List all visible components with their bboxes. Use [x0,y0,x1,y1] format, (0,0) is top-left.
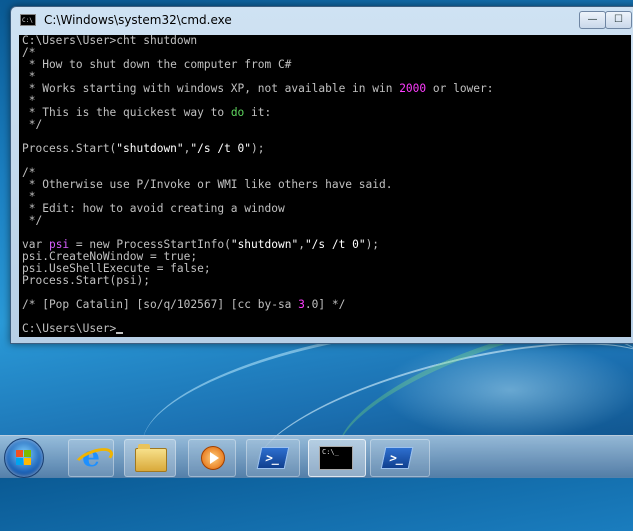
console-text: */ [22,214,43,227]
console-text: * Edit: how to avoid creating a window [22,202,285,215]
taskbar-powershell[interactable]: >_ [246,439,300,477]
taskbar-powershell-2[interactable]: >_ [370,439,430,477]
console-line: Process.Start(psi); [22,275,631,287]
console-line: * This is the quickest way to do it: [22,107,631,119]
console-line: * How to shut down the computer from C# [22,59,631,71]
console-line: */ [22,215,631,227]
console-text: , [298,238,305,251]
taskbar-internet-explorer[interactable]: e [68,439,116,477]
console-line: */ [22,119,631,131]
console-output[interactable]: C:\Users\User>cht shutdown/* * How to sh… [19,35,631,337]
console-text: ); [365,238,380,251]
taskbar: e >_ C:\_ >_ [0,435,633,478]
maximize-button[interactable]: ☐ [605,11,632,29]
title-bar[interactable]: C:\ C:\Windows\system32\cmd.exe — ☐ [11,7,633,35]
console-text: "/s /t 0" [304,238,366,251]
console-line: * Edit: how to avoid creating a window [22,203,631,215]
console-text: "shutdown" [116,142,184,155]
cmd-icon: C:\_ [319,446,353,470]
console-text: ); [251,142,265,155]
console-text: 2000 [399,82,427,95]
console-line: /* [Pop Catalin] [so/q/102567] [cc by-sa… [22,299,631,311]
powershell-icon: >_ [380,447,414,469]
console-text: it: [244,106,272,119]
minimize-button[interactable]: — [579,11,606,29]
console-text: "shutdown" [230,238,299,251]
console-text: Process.Start(psi); [22,274,150,287]
cmd-window[interactable]: C:\ C:\Windows\system32\cmd.exe — ☐ C:\U… [10,6,633,344]
folder-icon [135,444,167,472]
window-title: C:\Windows\system32\cmd.exe [44,13,232,27]
console-text: */ [22,118,43,131]
windows-logo-icon [16,450,32,466]
console-text: * How to shut down the computer from C# [22,58,292,71]
console-text: /* [Pop Catalin] [so/q/102567] [cc by-sa [22,298,299,311]
taskbar-cmd[interactable]: C:\_ [308,439,366,477]
console-text: * Otherwise use P/Invoke or WMI like oth… [22,178,393,191]
console-line: * Otherwise use P/Invoke or WMI like oth… [22,179,631,191]
console-text: * Works starting with windows XP, not av… [22,82,400,95]
console-text: do [230,106,245,119]
taskbar-windows-explorer[interactable] [124,439,176,477]
taskbar-media-player[interactable] [188,439,236,477]
console-text: * This is the quickest way to [22,106,231,119]
console-text: "/s /t 0" [190,142,252,155]
cmd-title-icon: C:\ [20,14,36,26]
console-text: or lower: [426,82,494,95]
console-text: C:\Users\User> [22,322,117,335]
console-text: 3 [298,298,305,311]
console-line: C:\Users\User> [22,323,631,335]
console-text: Process.Start( [22,142,117,155]
console-line: C:\Users\User>cht shutdown [22,35,631,47]
text-cursor [116,332,124,334]
wallpaper-glow [380,340,633,440]
console-text: .0] */ [304,298,346,311]
media-player-icon [201,446,225,470]
console-line: * Works starting with windows XP, not av… [22,83,631,95]
console-line: Process.Start("shutdown","/s /t 0"); [22,143,631,155]
powershell-icon: >_ [256,447,290,469]
start-button[interactable] [4,438,44,478]
console-text: C:\Users\User>cht shutdown [22,35,198,47]
